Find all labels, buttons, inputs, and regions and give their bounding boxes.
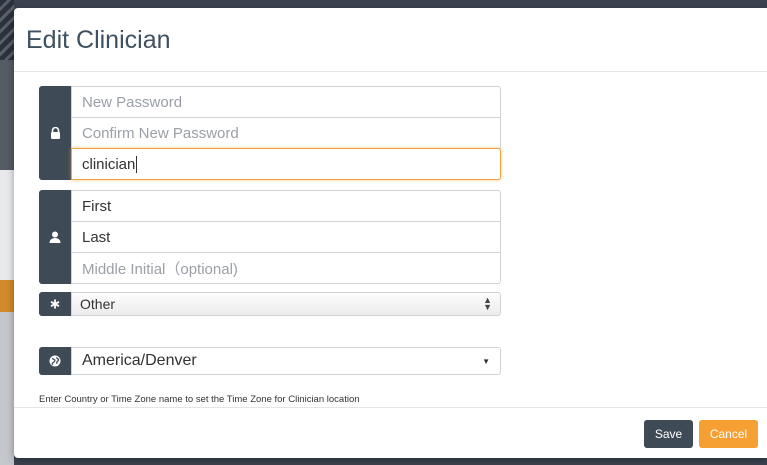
- modal-header: Edit Clinician: [14, 8, 767, 72]
- modal-body: New Password Confirm New Password clinic…: [14, 72, 767, 407]
- first-name-value: First: [82, 197, 112, 215]
- username-field[interactable]: clinician: [71, 148, 501, 180]
- name-addon: [39, 190, 71, 284]
- lock-icon: [50, 127, 61, 139]
- text-cursor: [136, 155, 138, 173]
- role-selected-value: Other: [80, 296, 116, 312]
- username-value: clinician: [82, 155, 136, 173]
- credentials-group: New Password Confirm New Password clinic…: [39, 86, 501, 180]
- new-password-field[interactable]: New Password: [71, 86, 501, 118]
- confirm-password-field[interactable]: Confirm New Password: [71, 117, 501, 149]
- save-button[interactable]: Save: [644, 420, 693, 448]
- cancel-button[interactable]: Cancel: [699, 420, 758, 448]
- background-panel: [0, 60, 14, 170]
- timezone-addon: [39, 347, 71, 375]
- timezone-group: America/Denver ▼: [39, 347, 501, 375]
- modal-footer: Save Cancel: [14, 407, 767, 458]
- credentials-addon: [39, 86, 71, 180]
- name-fields: First Last Middle Initial（optional): [71, 190, 501, 284]
- middle-initial-placeholder: Middle Initial（optional): [82, 260, 238, 278]
- timezone-selected-value: America/Denver: [82, 352, 197, 369]
- user-icon: [49, 231, 61, 243]
- name-group: First Last Middle Initial（optional): [39, 190, 501, 284]
- last-name-field[interactable]: Last: [71, 221, 501, 253]
- role-select[interactable]: Other ▲ ▼: [71, 292, 501, 316]
- background-stripes: [0, 0, 14, 60]
- confirm-password-placeholder: Confirm New Password: [82, 124, 239, 142]
- last-name-value: Last: [82, 228, 111, 246]
- new-password-placeholder: New Password: [82, 93, 183, 111]
- globe-icon: [49, 355, 61, 367]
- timezone-helper-text: Enter Country or Time Zone name to set t…: [39, 394, 360, 405]
- modal-title: Edit Clinician: [26, 26, 171, 54]
- role-addon: [39, 292, 71, 316]
- edit-clinician-modal: Edit Clinician New Password Confirm New …: [14, 8, 767, 458]
- asterisk-icon: [50, 299, 60, 309]
- first-name-field[interactable]: First: [71, 190, 501, 222]
- role-group: Other ▲ ▼: [39, 292, 501, 316]
- middle-initial-field[interactable]: Middle Initial（optional): [71, 252, 501, 284]
- background-panel-light: [0, 170, 14, 280]
- timezone-select[interactable]: America/Denver ▼: [71, 347, 501, 375]
- credentials-fields: New Password Confirm New Password clinic…: [71, 86, 501, 180]
- background-panel-grey: [0, 312, 14, 465]
- updown-arrows-icon: ▲ ▼: [483, 295, 492, 312]
- background-accent: [0, 280, 14, 312]
- chevron-down-icon: ▼: [482, 356, 490, 366]
